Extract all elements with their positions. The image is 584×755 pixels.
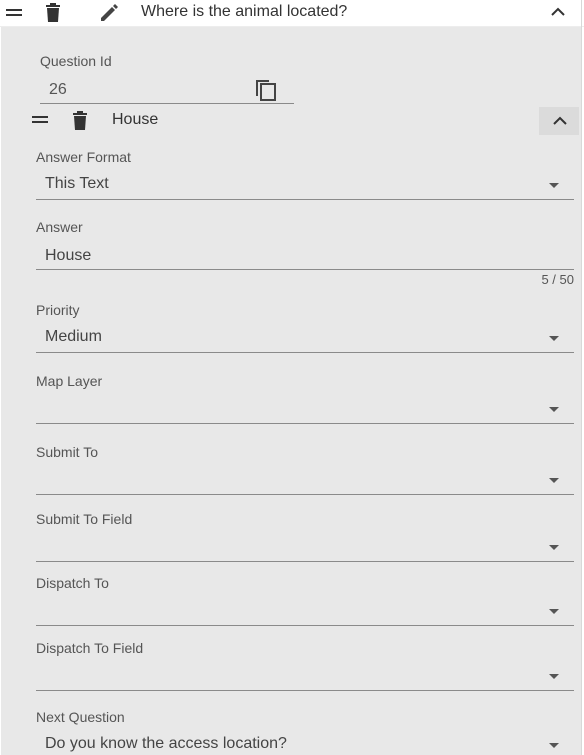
priority-select[interactable]: Medium bbox=[45, 328, 102, 346]
question-title: Where is the animal located? bbox=[141, 3, 348, 20]
submit-to-select[interactable] bbox=[45, 470, 535, 490]
priority-underline bbox=[36, 352, 574, 353]
map-layer-underline bbox=[36, 423, 574, 424]
next-question-label: Next Question bbox=[36, 709, 125, 725]
dispatch-to-underline bbox=[36, 625, 574, 626]
next-question-dropdown-icon[interactable] bbox=[549, 743, 559, 748]
submit-to-field-select[interactable] bbox=[45, 537, 535, 557]
priority-label: Priority bbox=[36, 302, 80, 318]
question-id-label: Question Id bbox=[40, 53, 112, 69]
answer-drag-handle-icon[interactable] bbox=[32, 114, 48, 126]
question-id-value: 26 bbox=[49, 81, 67, 98]
dispatch-to-dropdown-icon[interactable] bbox=[549, 609, 559, 614]
chevron-up-icon[interactable] bbox=[551, 7, 565, 17]
dispatch-to-field-select[interactable] bbox=[45, 666, 535, 686]
map-layer-select[interactable] bbox=[45, 399, 535, 419]
dispatch-to-field-dropdown-icon[interactable] bbox=[549, 674, 559, 679]
priority-dropdown-icon[interactable] bbox=[549, 336, 559, 341]
dispatch-to-select[interactable] bbox=[45, 601, 535, 621]
submit-to-label: Submit To bbox=[36, 444, 98, 460]
answer-format-select[interactable]: This Text bbox=[45, 175, 109, 193]
dispatch-to-field-underline bbox=[36, 690, 574, 691]
question-id-underline bbox=[40, 103, 294, 104]
answer-char-counter: 5 / 50 bbox=[541, 272, 574, 287]
submit-to-underline bbox=[36, 494, 574, 495]
dispatch-to-label: Dispatch To bbox=[36, 575, 109, 591]
answer-underline bbox=[36, 269, 574, 270]
next-question-select[interactable]: Do you know the access location? bbox=[45, 735, 287, 753]
answer-chevron-up-icon bbox=[553, 116, 567, 126]
dispatch-to-field-label: Dispatch To Field bbox=[36, 640, 144, 656]
answer-format-underline bbox=[36, 199, 574, 200]
answer-input[interactable]: House bbox=[45, 247, 91, 265]
answer-label: Answer bbox=[36, 219, 83, 235]
answer-delete-icon[interactable] bbox=[72, 111, 88, 131]
drag-handle-icon[interactable] bbox=[6, 5, 22, 17]
answer-format-label: Answer Format bbox=[36, 149, 131, 165]
submit-to-field-label: Submit To Field bbox=[36, 511, 133, 527]
map-layer-dropdown-icon[interactable] bbox=[549, 407, 559, 412]
submit-to-dropdown-icon[interactable] bbox=[549, 478, 559, 483]
delete-icon[interactable] bbox=[45, 3, 61, 23]
map-layer-label: Map Layer bbox=[36, 373, 103, 389]
edit-icon[interactable] bbox=[99, 3, 119, 23]
answer-format-dropdown-icon[interactable] bbox=[549, 183, 559, 188]
submit-to-field-underline bbox=[36, 561, 574, 562]
panel-border bbox=[581, 0, 582, 755]
copy-icon[interactable] bbox=[255, 77, 277, 101]
answer-item-title: House bbox=[112, 111, 159, 128]
submit-to-field-dropdown-icon[interactable] bbox=[549, 545, 559, 550]
